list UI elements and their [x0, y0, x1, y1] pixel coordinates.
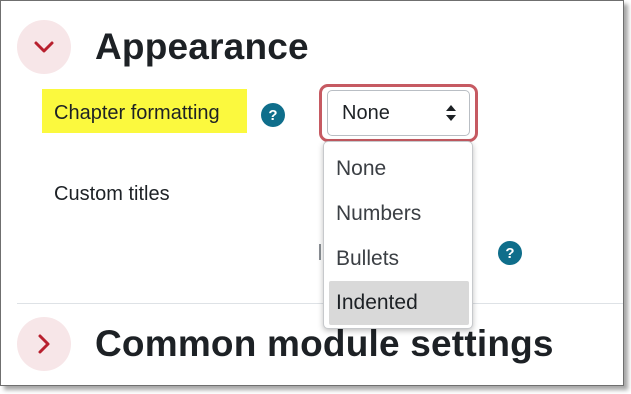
option-numbers[interactable]: Numbers	[329, 192, 469, 236]
common-module-collapse-button[interactable]	[17, 317, 71, 371]
chapter-formatting-dropdown: None Numbers Bullets Indented	[323, 141, 473, 329]
help-icon[interactable]: ?	[261, 103, 285, 127]
custom-titles-label: Custom titles	[54, 183, 170, 205]
option-none[interactable]: None	[329, 147, 469, 191]
option-indented[interactable]: Indented	[329, 281, 469, 325]
appearance-section-title: Appearance	[95, 26, 309, 67]
common-module-section-title: Common module settings	[95, 323, 554, 364]
appearance-collapse-button[interactable]	[17, 20, 71, 74]
select-value: None	[342, 102, 390, 124]
chevron-right-icon	[38, 334, 50, 354]
option-bullets[interactable]: Bullets	[329, 237, 469, 281]
question-icon: ?	[268, 106, 278, 124]
sort-arrows-icon	[446, 105, 456, 121]
question-icon: ?	[505, 244, 515, 262]
screenshot-frame: Appearance Chapter formatting ? None Cus…	[0, 0, 624, 386]
chapter-formatting-select[interactable]: None	[327, 90, 470, 136]
help-icon[interactable]: ?	[498, 241, 522, 265]
section-divider	[17, 303, 623, 304]
chapter-formatting-label: Chapter formatting	[54, 102, 220, 124]
chevron-down-icon	[34, 41, 54, 53]
